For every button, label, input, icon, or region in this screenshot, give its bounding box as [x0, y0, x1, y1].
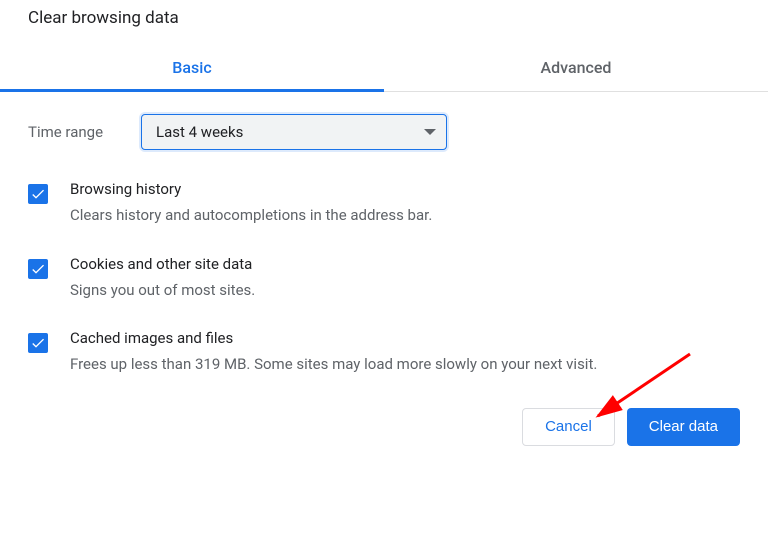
option-title: Cookies and other site data [70, 255, 740, 273]
clear-data-button[interactable]: Clear data [627, 408, 740, 446]
option-cookies: Cookies and other site data Signs you ou… [28, 255, 740, 302]
option-desc: Clears history and autocompletions in th… [70, 204, 740, 227]
chevron-down-icon [424, 129, 436, 135]
tab-advanced[interactable]: Advanced [384, 44, 768, 91]
tabs: Basic Advanced [0, 44, 768, 92]
dialog-title: Clear browsing data [0, 0, 768, 44]
checkbox-browsing-history[interactable] [28, 184, 48, 204]
option-title: Browsing history [70, 180, 740, 198]
tab-basic[interactable]: Basic [0, 44, 384, 91]
option-cache: Cached images and files Frees up less th… [28, 329, 740, 376]
option-desc: Frees up less than 319 MB. Some sites ma… [70, 353, 740, 376]
checkbox-cookies[interactable] [28, 259, 48, 279]
time-range-label: Time range [28, 123, 103, 141]
option-desc: Signs you out of most sites. [70, 279, 740, 302]
check-icon [30, 335, 46, 351]
option-browsing-history: Browsing history Clears history and auto… [28, 180, 740, 227]
check-icon [30, 261, 46, 277]
time-range-value: Last 4 weeks [156, 123, 243, 141]
check-icon [30, 186, 46, 202]
checkbox-cache[interactable] [28, 333, 48, 353]
time-range-select[interactable]: Last 4 weeks [141, 114, 447, 150]
option-title: Cached images and files [70, 329, 740, 347]
cancel-button[interactable]: Cancel [522, 408, 615, 446]
